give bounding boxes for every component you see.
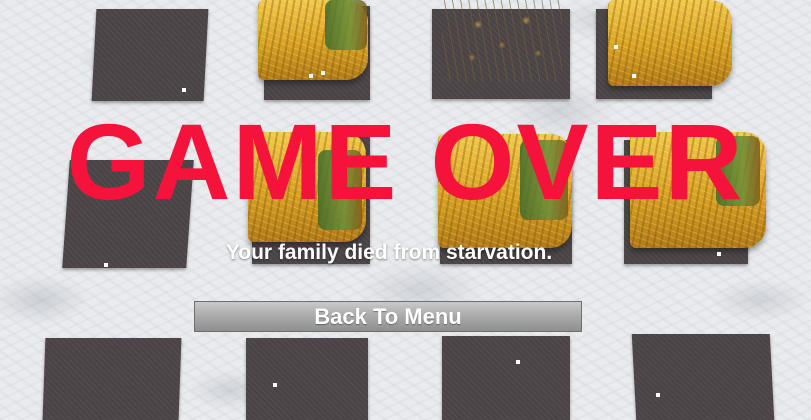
snow-fleck [182, 88, 186, 92]
snow-fleck [516, 360, 520, 364]
game-over-title: GAME OVER [66, 101, 745, 222]
wheat-crop [442, 0, 562, 82]
hay-bale-top [325, 0, 367, 50]
farm-plot-empty [442, 336, 570, 420]
farm-plot-empty [42, 338, 182, 420]
game-over-message: Your family died from starvation. [225, 241, 553, 264]
snow-fleck [656, 393, 660, 397]
snow-fleck [321, 71, 325, 75]
snow-fleck [273, 383, 277, 387]
snow-fleck [614, 45, 618, 49]
snow-fleck [309, 74, 313, 78]
snow-fleck [632, 74, 636, 78]
farm-plot-empty [631, 334, 775, 420]
farm-plot-empty [91, 9, 209, 101]
back-to-menu-button[interactable]: Back To Menu [194, 301, 582, 332]
farm-plot-empty [246, 338, 368, 420]
hay-bale [608, 0, 732, 86]
